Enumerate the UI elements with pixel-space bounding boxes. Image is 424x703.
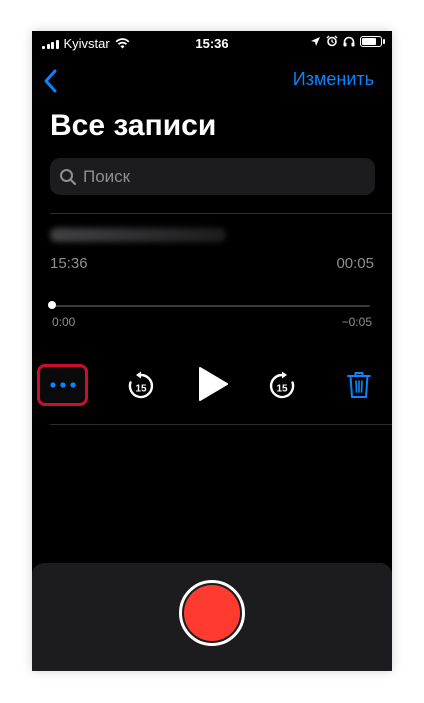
battery-icon <box>360 35 385 47</box>
playback-scrubber[interactable] <box>52 305 370 307</box>
elapsed-time: 0:00 <box>52 315 76 329</box>
more-icon <box>49 382 76 388</box>
alarm-icon <box>326 35 338 47</box>
scrubber-knob[interactable] <box>48 301 56 309</box>
divider <box>50 424 392 425</box>
play-button[interactable] <box>197 366 229 407</box>
back-button[interactable] <box>38 67 66 95</box>
back-chevron-icon <box>44 69 57 93</box>
recording-duration: 00:05 <box>336 255 374 272</box>
record-panel <box>32 563 392 671</box>
skip-forward-15-icon: 15 <box>269 371 295 399</box>
status-bar: Kyivstar 15:36 <box>32 31 392 55</box>
recording-title-redacted <box>50 228 226 242</box>
recording-time: 15:36 <box>50 255 88 272</box>
phone-screen: Kyivstar 15:36 Изменить Все записи Поиск… <box>32 31 392 671</box>
status-right <box>310 35 385 47</box>
headphones-icon <box>343 36 355 46</box>
skip-forward-button[interactable]: 15 <box>267 371 297 406</box>
trash-icon <box>347 372 371 398</box>
remaining-time: −0:05 <box>341 315 372 329</box>
skip-back-seconds: 15 <box>135 384 147 395</box>
skip-back-15-icon: 15 <box>128 371 154 399</box>
more-options-button[interactable] <box>37 364 88 406</box>
play-icon <box>199 367 228 401</box>
edit-button[interactable]: Изменить <box>293 69 374 90</box>
divider <box>50 213 392 214</box>
search-icon <box>60 168 77 185</box>
record-button[interactable] <box>179 580 245 646</box>
skip-forward-seconds: 15 <box>276 384 288 395</box>
location-icon <box>311 36 320 46</box>
nav-bar: Изменить <box>32 65 392 95</box>
search-bar[interactable]: Поиск <box>50 158 375 195</box>
page-title: Все записи <box>50 109 217 142</box>
record-icon <box>184 585 240 641</box>
search-input[interactable]: Поиск <box>83 167 130 187</box>
skip-back-button[interactable]: 15 <box>126 371 156 406</box>
delete-button[interactable] <box>347 371 371 404</box>
